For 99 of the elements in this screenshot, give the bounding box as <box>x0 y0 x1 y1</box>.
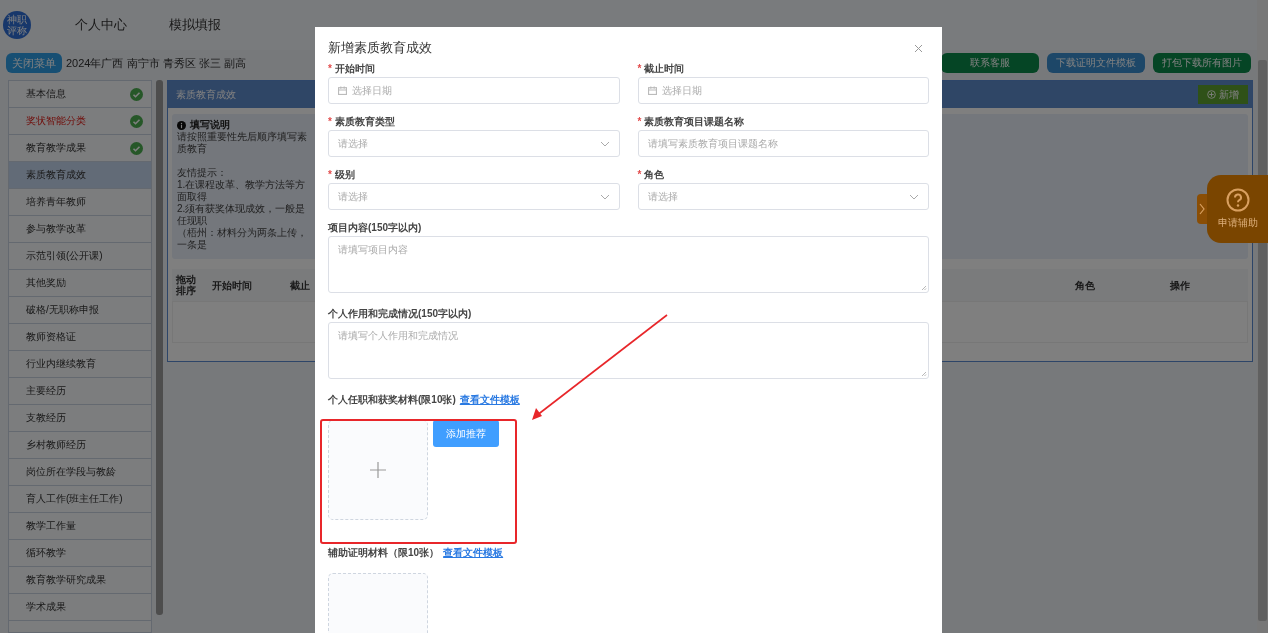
panel-title: 素质教育成效 <box>176 87 236 102</box>
sidebar-label: 参与教学改革 <box>26 222 86 236</box>
sidebar-label: 教学工作量 <box>26 519 76 533</box>
toolbar-button[interactable]: 联系客服 <box>941 53 1039 73</box>
sidebar-item[interactable]: 行业内继续教育 <box>9 351 151 378</box>
nav-link[interactable]: 个人中心 <box>75 16 127 34</box>
column-header: 截止 <box>290 279 310 291</box>
plus-icon <box>370 462 386 478</box>
notice-line: 友情提示： <box>177 167 228 179</box>
add-button[interactable]: 新增 <box>1198 85 1248 104</box>
nav-link[interactable]: 模拟填报 <box>169 16 221 34</box>
sidebar-item[interactable]: 教学工作量 <box>9 513 151 540</box>
sidebar-label: 培养青年教师 <box>26 195 86 209</box>
dialog-title: 新增素质教育成效 <box>328 39 432 57</box>
select-field[interactable]: 请选择 <box>637 183 929 210</box>
field-label: * 素质教育类型 <box>328 115 395 128</box>
notice-text: 请按照重要性先后顺序填写素质教育 <box>177 131 308 155</box>
calendar-icon <box>338 86 347 95</box>
sidebar-label: 破格/无职称申报 <box>26 303 99 317</box>
sidebar-item[interactable]: 示范引领(公开课) <box>9 243 151 270</box>
check-icon <box>130 141 143 155</box>
chevron-down-icon <box>599 140 610 147</box>
check-icon <box>130 87 143 101</box>
notice-title: 填写说明 <box>190 119 230 131</box>
sidebar-label: 行业内继续教育 <box>26 357 96 371</box>
select-field[interactable]: 请选择 <box>328 183 620 210</box>
add-label: 新增 <box>1219 87 1239 102</box>
field-label: 项目内容(150字以内) <box>328 221 422 234</box>
date-field[interactable]: 选择日期 <box>328 77 620 104</box>
sidebar-label: 教育教学研究成果 <box>26 573 106 587</box>
toolbar-button[interactable]: 下载证明文件模板 <box>1047 53 1145 73</box>
column-header: 拖动排序 <box>176 274 196 296</box>
sidebar-item[interactable]: 乡村教师经历 <box>9 432 151 459</box>
sidebar-scrollbar[interactable] <box>156 80 163 615</box>
column-header: 开始时间 <box>212 279 252 291</box>
field-label: * 开始时间 <box>328 62 375 75</box>
sidebar-item[interactable]: 主要经历 <box>9 378 151 405</box>
sidebar-item[interactable]: 素质教育成效 <box>9 162 151 189</box>
sidebar-label: 岗位所在学段与教龄 <box>26 465 116 479</box>
toolbar-button[interactable]: 打包下载所有图片 <box>1153 53 1251 73</box>
resize-grip-icon[interactable] <box>921 285 927 291</box>
template-link[interactable]: 查看文件模板 <box>443 546 504 560</box>
upload-label: 辅助证明材料（限10张） <box>328 546 440 560</box>
info-icon <box>177 120 186 130</box>
close-menu-button[interactable]: 关闭菜单 <box>6 53 62 73</box>
field-label: 个人作用和完成情况(150字以内) <box>328 307 472 320</box>
sidebar-item[interactable]: 学术成果 <box>9 594 151 621</box>
field-label: * 截止时间 <box>637 62 685 75</box>
sidebar-item[interactable]: 育人工作(班主任工作) <box>9 486 151 513</box>
notice-line: 1.在课程改革、教学方法等方面取得 <box>177 179 307 203</box>
text-area[interactable]: 请填写个人作用和完成情况 <box>328 322 929 379</box>
close-icon[interactable] <box>914 43 923 53</box>
sidebar-item[interactable]: 其他奖励 <box>9 270 151 297</box>
select-field[interactable]: 请选择 <box>328 130 620 157</box>
input-field[interactable]: 请填写素质教育项目课题名称 <box>637 130 929 157</box>
sidebar-item[interactable]: 参与教学改革 <box>9 216 151 243</box>
sidebar-item[interactable]: 破格/无职称申报 <box>9 297 151 324</box>
sidebar-label: 奖状智能分类 <box>26 114 86 128</box>
field-label: * 角色 <box>637 168 665 181</box>
chevron-right-icon <box>1199 203 1205 215</box>
sidebar-item[interactable]: 培养青年教师 <box>9 189 151 216</box>
sidebar-label: 乡村教师经历 <box>26 438 86 452</box>
sidebar-label: 素质教育成效 <box>26 168 86 182</box>
question-icon <box>1225 188 1250 212</box>
chevron-down-icon <box>599 193 610 200</box>
field-label: * 级别 <box>328 168 355 181</box>
upload-area[interactable] <box>328 420 428 520</box>
sidebar-label: 循环教学 <box>26 546 66 560</box>
check-icon <box>130 114 143 128</box>
sidebar-label: 主要经历 <box>26 384 66 398</box>
calendar-icon <box>647 86 657 95</box>
add-recommend-button[interactable]: 添加推荐 <box>433 420 499 447</box>
sidebar-label: 育人工作(班主任工作) <box>26 492 123 506</box>
plus-circle-icon <box>1207 90 1216 99</box>
upload-label: 个人任职和获奖材料(限10张) <box>328 393 456 407</box>
sidebar-label: 教师资格证 <box>26 330 76 344</box>
resize-grip-icon[interactable] <box>921 371 927 377</box>
help-label: 申请辅助 <box>1217 216 1258 230</box>
chevron-down-icon <box>909 193 919 200</box>
sidebar-item[interactable]: 教育教学研究成果 <box>9 567 151 594</box>
sidebar-label: 学术成果 <box>26 600 66 614</box>
text-area[interactable]: 请填写项目内容 <box>328 236 929 293</box>
sidebar-label: 其他奖励 <box>26 276 66 290</box>
sidebar-item[interactable]: 支教经历 <box>9 405 151 432</box>
sidebar-label: 基本信息 <box>26 87 66 101</box>
template-link[interactable]: 查看文件模板 <box>459 393 520 407</box>
column-header: 操作 <box>1170 279 1190 291</box>
sidebar-item[interactable]: 循环教学 <box>9 540 151 567</box>
column-header: 角色 <box>1075 279 1095 291</box>
sidebar-item[interactable]: 教师资格证 <box>9 324 151 351</box>
sidebar-label: 示范引领(公开课) <box>26 249 103 263</box>
sidebar-item[interactable]: 奖状智能分类 <box>9 108 151 135</box>
date-field[interactable]: 选择日期 <box>637 77 929 104</box>
sidebar-item[interactable]: 岗位所在学段与教龄 <box>9 459 151 486</box>
sidebar-label: 支教经历 <box>26 411 66 425</box>
logo[interactable]: 神职 评称 <box>3 11 31 39</box>
sidebar-label: 教育教学成果 <box>26 141 86 155</box>
field-label: * 素质教育项目课题名称 <box>637 115 745 128</box>
sidebar-item[interactable]: 基本信息 <box>9 81 151 108</box>
